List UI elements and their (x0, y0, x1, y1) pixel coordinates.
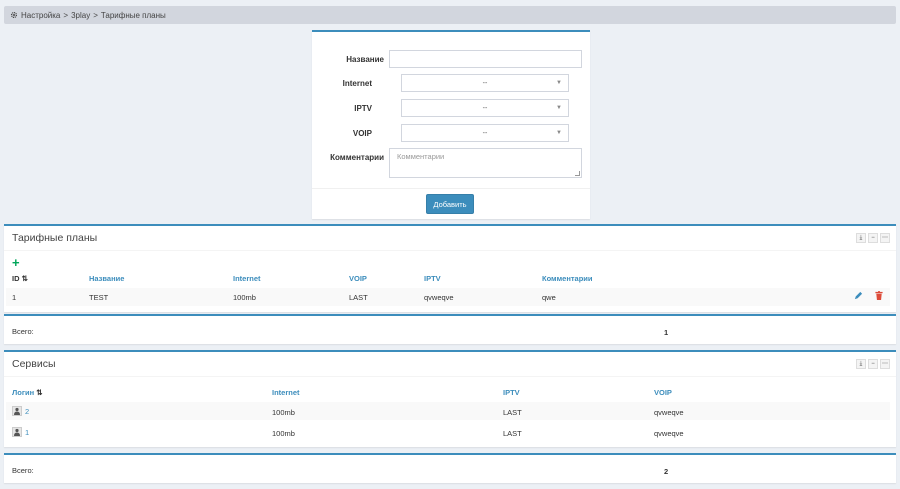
chevron-down-icon: ▼ (556, 105, 562, 111)
plans-total-value: 1 (664, 328, 669, 337)
cell-internet: 100mb (272, 429, 295, 438)
internet-label: Internet (342, 79, 372, 88)
breadcrumb-3play-link[interactable]: 3play (71, 11, 90, 20)
cell-iptv: LAST (503, 408, 522, 417)
cell-internet: 100mb (233, 293, 256, 302)
breadcrumb-current: Тарифные планы (100, 10, 166, 20)
more-icon[interactable]: ⋯ (880, 233, 890, 243)
cell-comment: qwe (542, 293, 556, 302)
delete-icon[interactable] (875, 291, 883, 300)
column-header-comments[interactable]: Комментарии (542, 274, 593, 283)
cell-voip: qvweqve (654, 408, 684, 417)
comment-label: Комментарии (330, 153, 384, 162)
sort-icon: ⇅ (21, 274, 28, 283)
form-divider (312, 188, 590, 189)
column-header-iptv[interactable]: IPTV (503, 388, 520, 397)
services-divider (4, 376, 896, 377)
voip-select[interactable]: -- ▼ (401, 124, 569, 142)
plans-total-label: Всего: (12, 327, 34, 336)
services-tools: ⤓ − ⋯ (856, 359, 890, 369)
breadcrumb-separator: > (63, 10, 69, 20)
breadcrumb-separator: > (93, 10, 98, 20)
cell-login: 2 (12, 406, 29, 416)
add-button[interactable]: Добавить (426, 194, 474, 214)
iptv-label: IPTV (354, 104, 372, 113)
plans-divider (4, 250, 896, 251)
cell-iptv: qvweqve (424, 293, 454, 302)
edit-icon[interactable] (854, 291, 863, 300)
minimize-icon[interactable]: − (868, 233, 878, 243)
breadcrumb-settings-link[interactable]: Настройка (21, 11, 60, 20)
sort-icon: ⇅ (36, 388, 43, 397)
cell-voip: qvweqve (654, 429, 684, 438)
more-icon[interactable]: ⋯ (880, 359, 890, 369)
column-header-iptv[interactable]: IPTV (424, 274, 441, 283)
plans-tools: ⤓ − ⋯ (856, 233, 890, 243)
services-panel: Сервисы ⤓ − ⋯ Логин ⇅ Internet IPTV VOIP… (4, 350, 896, 447)
column-header-internet[interactable]: Internet (272, 388, 300, 397)
plans-panel: Тарифные планы ⤓ − ⋯ + ID ⇅ Название Int… (4, 224, 896, 312)
table-row (6, 402, 890, 420)
voip-label: VOIP (352, 129, 372, 138)
gear-icon (10, 11, 18, 19)
export-icon[interactable]: ⤓ (856, 359, 866, 369)
plus-icon[interactable]: + (12, 256, 20, 269)
cell-internet: 100mb (272, 408, 295, 417)
column-header-internet[interactable]: Internet (233, 274, 261, 283)
export-icon[interactable]: ⤓ (856, 233, 866, 243)
voip-select-value: -- (482, 129, 488, 137)
resize-grip-icon[interactable] (575, 171, 580, 176)
comment-placeholder: Комментарии (397, 152, 445, 161)
user-icon (12, 406, 22, 416)
iptv-select-value: -- (482, 104, 488, 112)
column-header-voip[interactable]: VOIP (654, 388, 672, 397)
cell-name: TEST (89, 293, 109, 302)
services-total-label: Всего: (12, 466, 34, 475)
login-link[interactable]: 2 (25, 407, 29, 416)
services-title: Сервисы (12, 358, 56, 370)
column-header-voip[interactable]: VOIP (349, 274, 367, 283)
services-totals: Всего: 2 (4, 453, 896, 483)
column-header-name[interactable]: Название (89, 274, 124, 283)
breadcrumb: Настройка > 3play > Тарифные планы (4, 6, 896, 24)
services-total-value: 2 (664, 467, 669, 476)
name-label: Название (346, 55, 384, 64)
chevron-down-icon: ▼ (556, 130, 562, 136)
login-link[interactable]: 1 (25, 428, 29, 437)
internet-select-value: -- (482, 79, 488, 87)
user-icon (12, 427, 22, 437)
plans-title: Тарифные планы (12, 232, 98, 244)
cell-id: 1 (12, 293, 17, 302)
plans-totals: Всего: 1 (4, 314, 896, 344)
internet-select[interactable]: -- ▼ (401, 74, 569, 92)
cell-login: 1 (12, 427, 29, 437)
minimize-icon[interactable]: − (868, 359, 878, 369)
column-header-login[interactable]: Логин ⇅ (12, 388, 43, 397)
cell-voip: LAST (349, 293, 368, 302)
chevron-down-icon: ▼ (556, 80, 562, 86)
iptv-select[interactable]: -- ▼ (401, 99, 569, 117)
name-input[interactable] (389, 50, 582, 68)
comment-textarea[interactable]: Комментарии (389, 148, 582, 178)
add-plan-form: Название Internet -- ▼ IPTV -- ▼ VOIP --… (312, 30, 590, 219)
cell-iptv: LAST (503, 429, 522, 438)
column-header-id[interactable]: ID ⇅ (12, 274, 28, 283)
